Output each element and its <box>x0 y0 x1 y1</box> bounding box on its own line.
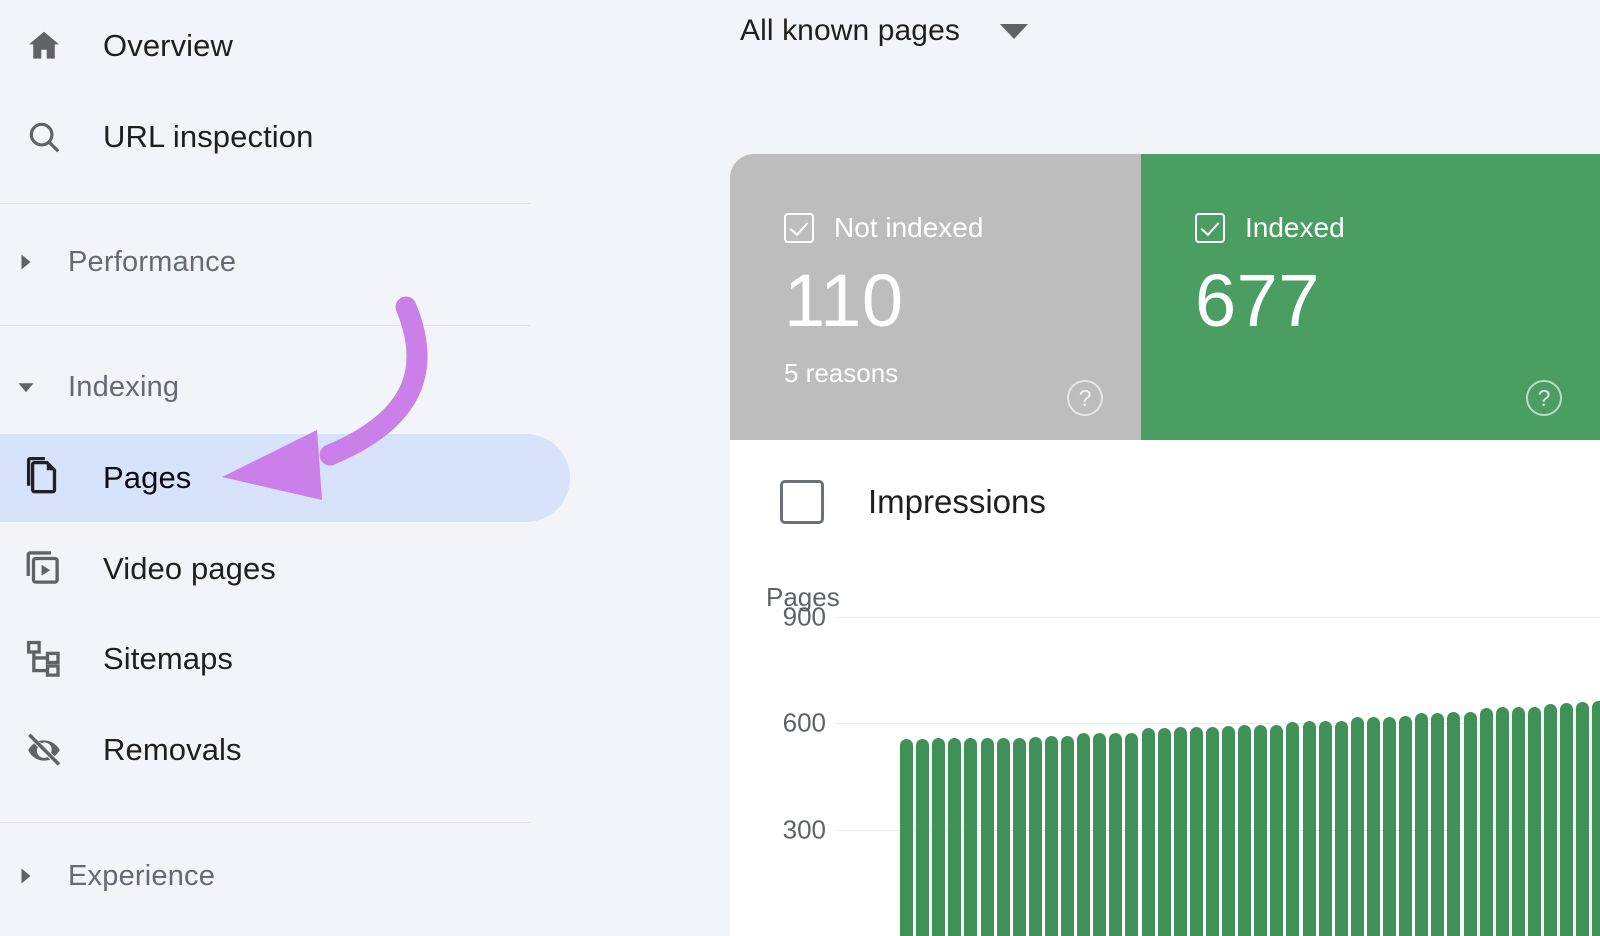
main-content: All known pages Not indexed 110 5 reason… <box>728 0 1600 936</box>
card-not-indexed[interactable]: Not indexed 110 5 reasons ? <box>730 154 1141 440</box>
chart-bar[interactable] <box>1576 702 1589 936</box>
sidebar-item-label: Overview <box>103 28 233 64</box>
sidebar-item-sitemaps[interactable]: Sitemaps <box>0 627 233 691</box>
chevron-down-icon <box>6 378 46 396</box>
chart-bar[interactable] <box>1351 717 1364 936</box>
sidebar-divider <box>0 822 530 823</box>
chart-bar[interactable] <box>964 738 977 936</box>
sidebar-item-pages[interactable]: Pages <box>0 446 191 510</box>
chart-bar[interactable] <box>1286 722 1299 936</box>
help-icon[interactable]: ? <box>1526 380 1562 416</box>
sidebar-divider <box>0 325 530 326</box>
chart-bar[interactable] <box>1464 712 1477 936</box>
chart-bar[interactable] <box>1109 733 1122 936</box>
chevron-right-icon <box>6 867 46 885</box>
chart-bar[interactable] <box>1158 728 1171 936</box>
chart-bar[interactable] <box>1206 727 1219 936</box>
sidebar-item-overview[interactable]: Overview <box>0 14 233 78</box>
chart-bar[interactable] <box>1142 728 1155 936</box>
card-header: Not indexed <box>784 212 1141 244</box>
chart-y-tick-label: 600 <box>738 708 826 739</box>
chart-bar[interactable] <box>981 738 994 936</box>
chart-bar[interactable] <box>1077 733 1090 936</box>
sidebar-section-experience[interactable]: Experience <box>0 848 215 904</box>
not-indexed-checkbox[interactable] <box>784 213 814 243</box>
chart-bar[interactable] <box>1528 707 1541 936</box>
chart-bar[interactable] <box>1399 716 1412 936</box>
sidebar-section-label: Experience <box>68 860 215 893</box>
sidebar-item-video-pages[interactable]: Video pages <box>0 537 276 601</box>
chart-bars <box>900 440 1600 936</box>
card-value: 677 <box>1195 264 1600 338</box>
sidebar-section-indexing[interactable]: Indexing <box>0 359 179 415</box>
sidebar-item-label: Removals <box>103 732 242 768</box>
chart-bar[interactable] <box>1415 713 1428 936</box>
chart-bar[interactable] <box>1544 704 1557 936</box>
card-indexed[interactable]: Indexed 677 ? <box>1141 154 1600 440</box>
sidebar-item-url-inspection[interactable]: URL inspection <box>0 105 313 169</box>
sidebar-item-removals[interactable]: Removals <box>0 718 242 782</box>
chart-bar[interactable] <box>1254 725 1267 936</box>
sidebar-divider <box>0 203 530 204</box>
sidebar-item-label: Pages <box>103 460 191 496</box>
sidebar-section-label: Indexing <box>68 371 179 404</box>
card-title: Indexed <box>1245 212 1345 244</box>
page-filter-value: All known pages <box>740 14 960 48</box>
removals-eye-off-icon <box>16 729 72 771</box>
sidebar: Overview URL inspection Performance Inde… <box>0 0 728 936</box>
chart-y-tick-label: 300 <box>738 814 826 845</box>
sidebar-section-label: Performance <box>68 246 236 279</box>
card-header: Indexed <box>1195 212 1600 244</box>
video-pages-icon <box>16 548 72 590</box>
chart-bar[interactable] <box>1270 725 1283 936</box>
chart-bar[interactable] <box>1512 707 1525 936</box>
sidebar-item-label: URL inspection <box>103 119 313 155</box>
sidebar-item-label: Sitemaps <box>103 641 233 677</box>
chart-bar[interactable] <box>948 738 961 936</box>
chart-bar[interactable] <box>1222 726 1235 936</box>
search-icon <box>16 118 72 156</box>
chart-bar[interactable] <box>1447 712 1460 936</box>
chart-bar[interactable] <box>1061 736 1074 936</box>
help-icon[interactable]: ? <box>1067 380 1103 416</box>
sidebar-section-performance[interactable]: Performance <box>0 234 236 290</box>
impressions-checkbox[interactable] <box>780 480 824 524</box>
sidebar-item-label: Video pages <box>103 551 276 587</box>
chart-bar[interactable] <box>1335 721 1348 936</box>
card-title: Not indexed <box>834 212 983 244</box>
chart-bar[interactable] <box>1431 713 1444 936</box>
pages-icon <box>16 457 72 499</box>
chart-bar[interactable] <box>1093 733 1106 936</box>
chart-y-tick-label: 900 <box>738 601 826 632</box>
search-console-screen: Overview URL inspection Performance Inde… <box>0 0 1600 936</box>
chart-bar[interactable] <box>1190 727 1203 936</box>
card-value: 110 <box>784 264 1141 338</box>
chart-bar[interactable] <box>1480 708 1493 936</box>
chevron-down-icon <box>1000 24 1028 39</box>
chart-bar[interactable] <box>1045 736 1058 936</box>
page-filter-dropdown[interactable]: All known pages <box>740 8 1028 54</box>
chart-bar[interactable] <box>1174 727 1187 936</box>
chart-bar[interactable] <box>900 739 913 936</box>
chart-bar[interactable] <box>1238 725 1251 936</box>
chart-bar[interactable] <box>1303 721 1316 936</box>
chart-bar[interactable] <box>1319 721 1332 936</box>
chart-bar[interactable] <box>916 739 929 936</box>
chart-bar[interactable] <box>1029 737 1042 936</box>
chart-bar[interactable] <box>1125 733 1138 936</box>
chart-bar[interactable] <box>1592 701 1600 936</box>
chart-bar[interactable] <box>1367 717 1380 936</box>
chart-bar[interactable] <box>1013 738 1026 936</box>
sitemaps-icon <box>16 638 72 680</box>
chevron-right-icon <box>6 253 46 271</box>
chart-bar[interactable] <box>1383 717 1396 936</box>
chart-bar[interactable] <box>997 738 1010 936</box>
chart-bar[interactable] <box>932 738 945 936</box>
chart-panel: Impressions Pages 900600300 <box>730 440 1600 936</box>
home-icon <box>16 27 72 65</box>
chart-bar[interactable] <box>1496 707 1509 936</box>
status-cards: Not indexed 110 5 reasons ? Indexed 677 … <box>730 154 1600 440</box>
indexed-checkbox[interactable] <box>1195 213 1225 243</box>
chart-bar[interactable] <box>1560 703 1573 936</box>
